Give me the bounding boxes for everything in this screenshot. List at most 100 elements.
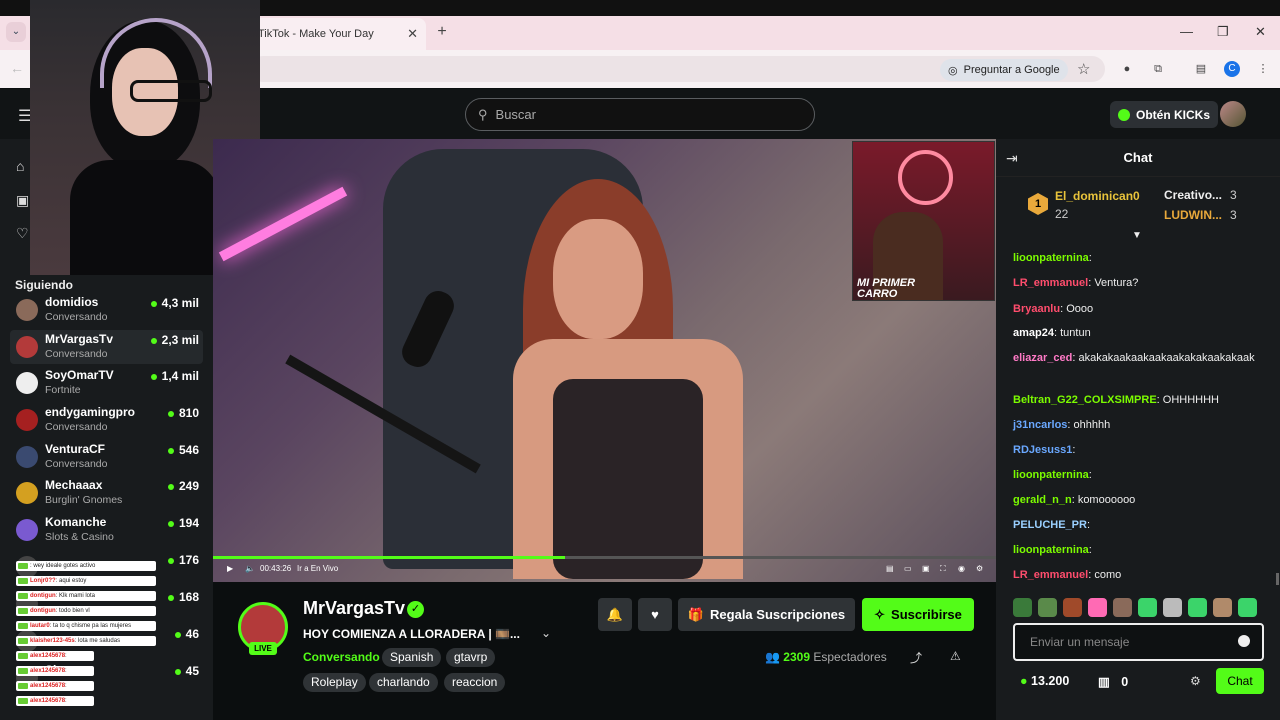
user-avatar[interactable] [1220,101,1246,127]
ask-google-button[interactable]: ◎ Preguntar a Google [940,59,1068,81]
emote-icon[interactable] [1213,598,1232,617]
emoji-picker-icon[interactable] [1238,635,1250,647]
gifter-3-name[interactable]: LUDWIN... [1164,208,1222,222]
tag-gtavrp[interactable]: gtavrp [446,648,496,667]
emote-icon[interactable] [1138,598,1157,617]
theatre-icon[interactable]: ▭ [904,564,912,573]
top-gifter-name[interactable]: El_dominican0 [1055,189,1140,203]
share-icon[interactable]: ⤴ [910,649,922,666]
gift-counter[interactable]: ▥ 0 [1098,674,1128,689]
chat-username[interactable]: LR_emmanuel [1013,277,1088,289]
sidebar-item-komanche[interactable]: Komanche Slots & Casino 194 [10,513,203,547]
tag-charlando[interactable]: charlando [369,673,438,692]
send-chat-button[interactable]: Chat [1216,668,1264,694]
tab-search-button[interactable]: ⌄ [6,22,26,42]
sidebar-item-mrvargastv[interactable]: MrVargasTv Conversando 2,3 mil [10,330,203,364]
sidebar-item-venturacf[interactable]: VenturaCF Conversando 546 [10,440,203,474]
chat-username[interactable]: lioonpaternina [1013,544,1089,556]
chat-username[interactable]: Bryaanlu [1013,303,1060,315]
chat-message-input[interactable]: Enviar un mensaje [1013,623,1264,661]
kick-coin-icon [1118,108,1130,121]
clip-icon[interactable]: ▤ [886,564,894,573]
channel-category: Conversando [45,311,108,323]
new-tab-button[interactable]: + [432,22,452,42]
following-heart-icon[interactable]: ♡ [16,225,29,242]
sidepanel-icon[interactable]: ▤ [1193,61,1209,77]
chat-username[interactable]: amap24 [1013,327,1054,339]
minimize-icon[interactable]: — [1180,24,1193,39]
sidebar-item-soyomartv[interactable]: SoyOmarTV Fortnite 1,4 mil [10,366,203,400]
bookmark-star-icon[interactable]: ☆ [1077,60,1090,78]
home-icon[interactable]: ⌂ [16,158,24,174]
viewer-count: 👥 2309 Espectadores [765,650,887,664]
chat-username[interactable]: j31ncarlos [1013,419,1067,431]
sidebar-item-mechaaax[interactable]: Mechaaax Burglin' Gnomes 249 [10,476,203,510]
settings-icon[interactable]: ⚙ [976,564,983,573]
channel-avatar [16,482,38,504]
volume-icon[interactable]: 🔈 [245,564,255,573]
chat-username[interactable]: LR_emmanuel [1013,569,1088,581]
go-live-link[interactable]: Ir a En Vivo [297,564,338,573]
stream-category[interactable]: Conversando [303,650,380,664]
chat-username[interactable]: lioonpaternina [1013,469,1089,481]
emote-icon[interactable] [1063,598,1082,617]
follow-heart-icon[interactable]: ♥ [638,598,672,631]
channel-avatar [16,336,38,358]
emote-icon[interactable] [1113,598,1132,617]
search-input[interactable]: ⚲ Buscar [465,98,815,131]
viewers-label: Espectadores [813,650,887,664]
gift-subs-button[interactable]: 🎁 Regala Suscripciones [678,598,855,631]
browse-icon[interactable]: ▣ [16,192,29,209]
chevron-down-icon[interactable]: ⌄ [541,626,551,640]
emote-icon[interactable] [1013,598,1032,617]
maximize-icon[interactable]: ❐ [1217,24,1229,40]
emote-icon[interactable] [1088,598,1107,617]
cookie-extension-icon[interactable]: ● [1119,61,1135,77]
chat-message: RDJesuss1: [1013,444,1076,456]
browser-tab[interactable]: TikTok - Make Your Day ✕ [248,18,426,50]
chat-username[interactable]: Beltran_G22_COLXSIMPRE [1013,394,1157,406]
bell-icon[interactable]: 🔔 [598,598,632,631]
channel-category: Conversando [45,458,108,470]
profile-avatar[interactable]: C [1224,61,1240,77]
scrollbar[interactable] [1276,573,1279,585]
channel-name[interactable]: MrVargasTv [303,598,405,619]
chat-message: j31ncarlos: ohhhhh [1013,419,1111,431]
tab-close-icon[interactable]: ✕ [407,26,418,42]
play-icon[interactable]: ▶ [227,564,233,573]
get-kicks-button[interactable]: Obtén KICKs [1110,101,1219,128]
tag-reaccion[interactable]: reaccion [444,673,506,692]
emote-icon[interactable] [1188,598,1207,617]
chat-username[interactable]: lioonpaternina [1013,252,1089,264]
quality-icon[interactable]: ◉ [958,564,965,573]
chat-username[interactable]: gerald_n_n [1013,494,1072,506]
chat-title: Chat [1123,150,1153,165]
report-icon[interactable]: ⚠ [950,649,961,663]
tag-spanish[interactable]: Spanish [382,648,442,667]
gifter-2-name[interactable]: Creativo... [1164,188,1222,202]
back-arrow-icon[interactable]: ← [10,60,24,76]
chat-username[interactable]: eliazar_ced [1013,352,1072,364]
progress-bar[interactable] [213,556,996,559]
close-window-icon[interactable]: ✕ [1255,24,1266,40]
chat-username[interactable]: PELUCHE_PR [1013,519,1087,531]
chat-settings-icon[interactable]: ⚙ [1190,674,1201,688]
fullscreen-icon[interactable]: ⛶ [940,564,946,574]
viewers-icon: 👥 [765,650,780,664]
emote-icon[interactable] [1163,598,1182,617]
expand-pinned-icon[interactable]: ▼ [1132,230,1142,241]
player-controls: ▶ 🔈 00:43:26 Ir a En Vivo ▤ ▭ ▣ ⛶ ◉ ⚙ [213,556,996,582]
subscribe-button[interactable]: ✧ Suscribirse [862,598,974,631]
pip-icon[interactable]: ▣ [922,564,930,573]
emote-icon[interactable] [1238,598,1257,617]
kicks-balance[interactable]: ● 13.200 [1020,674,1069,688]
sidebar-item-domidios[interactable]: domidios Conversando 4,3 mil [10,293,203,327]
channel-name: Komanche [45,515,107,529]
chat-username[interactable]: RDJesuss1 [1013,444,1072,456]
viewer-count: 2,3 mil [151,333,199,347]
tag-roleplay[interactable]: Roleplay [303,673,366,692]
extensions-icon[interactable]: ⧉ [1150,61,1166,77]
sidebar-item-endygamingpro[interactable]: endygamingpro Conversando 810 [10,403,203,437]
emote-icon[interactable] [1038,598,1057,617]
browser-menu-icon[interactable]: ⋮ [1255,61,1271,77]
